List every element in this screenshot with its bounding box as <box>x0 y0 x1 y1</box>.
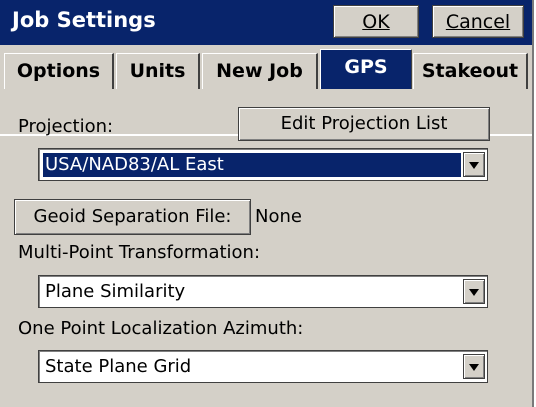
cancel-button[interactable]: Cancel <box>432 5 524 38</box>
tab-new-job[interactable]: New Job <box>202 53 318 89</box>
projection-value: USA/NAD83/AL East <box>43 153 461 177</box>
one-point-dropdown-arrow[interactable] <box>463 354 485 379</box>
ok-button-label: OK <box>362 11 390 33</box>
title-bar: Job Settings OK Cancel <box>0 0 532 45</box>
ok-button[interactable]: OK <box>333 5 419 38</box>
one-point-localization-dropdown[interactable]: State Plane Grid <box>38 350 488 383</box>
window-title: Job Settings <box>12 8 156 32</box>
chevron-down-icon <box>469 289 479 296</box>
tab-gps[interactable]: GPS <box>320 49 412 89</box>
job-settings-window: Job Settings OK Cancel Options Units New… <box>0 0 534 407</box>
chevron-down-icon <box>469 162 479 169</box>
geoid-file-value: None <box>255 206 302 227</box>
chevron-down-icon <box>469 364 479 371</box>
cancel-button-label: Cancel <box>445 11 511 33</box>
multi-point-dropdown-arrow[interactable] <box>463 279 485 304</box>
projection-dropdown[interactable]: USA/NAD83/AL East <box>38 148 488 181</box>
tab-stakeout[interactable]: Stakeout <box>413 53 528 89</box>
tab-bar: Options Units New Job GPS Stakeout <box>0 45 532 136</box>
multi-point-transformation-value: Plane Similarity <box>45 281 186 302</box>
projection-label: Projection: <box>18 116 114 137</box>
one-point-localization-label: One Point Localization Azimuth: <box>18 318 304 339</box>
projection-dropdown-arrow[interactable] <box>463 152 485 177</box>
multi-point-transformation-dropdown[interactable]: Plane Similarity <box>38 275 488 308</box>
multi-point-transformation-label: Multi-Point Transformation: <box>18 242 261 263</box>
one-point-localization-value: State Plane Grid <box>45 356 192 377</box>
tab-options[interactable]: Options <box>4 53 114 89</box>
tab-units[interactable]: Units <box>116 53 200 89</box>
edit-projection-list-button[interactable]: Edit Projection List <box>238 107 490 141</box>
geoid-separation-file-button[interactable]: Geoid Separation File: <box>14 199 251 235</box>
